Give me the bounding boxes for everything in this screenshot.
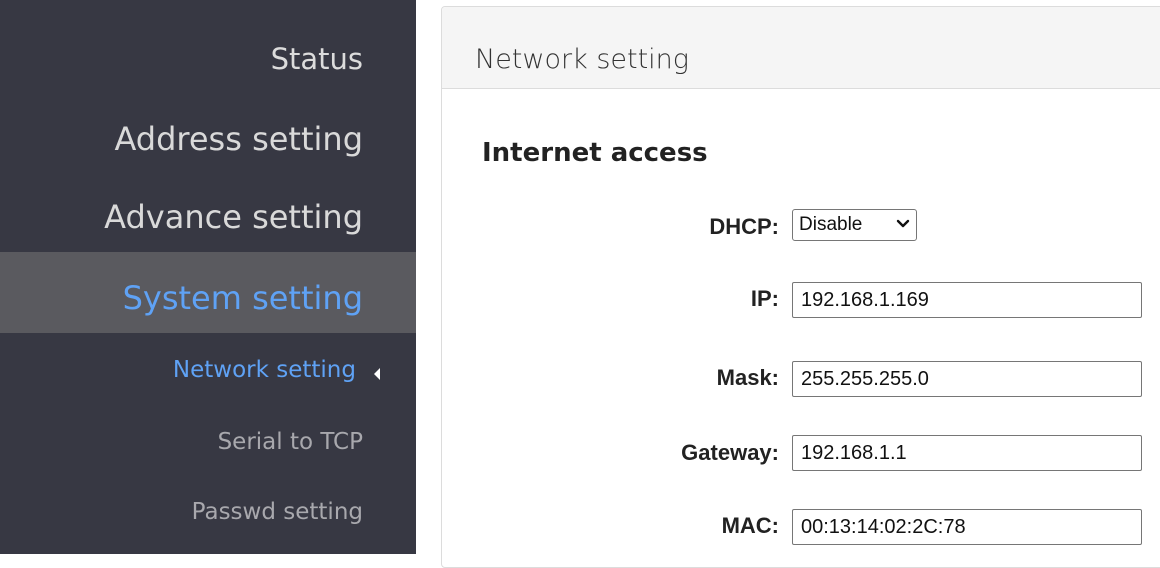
sidebar-item-address-setting[interactable]: Address setting — [114, 119, 363, 159]
mac-field[interactable] — [792, 509, 1142, 545]
ip-label: IP: — [750, 286, 779, 311]
caret-left-icon — [374, 368, 380, 380]
sidebar-subitem-passwd-setting[interactable]: Passwd setting — [192, 497, 363, 527]
sidebar: Status Address setting Advance setting S… — [0, 0, 416, 554]
chevron-down-icon — [896, 219, 910, 228]
sidebar-item-status[interactable]: Status — [271, 39, 363, 79]
panel-title: Network setting — [475, 44, 689, 75]
mask-field[interactable] — [792, 361, 1142, 397]
section-title-internet-access: Internet access — [482, 138, 708, 168]
gateway-field[interactable] — [792, 435, 1142, 471]
sidebar-subitem-network-setting[interactable]: Network setting — [173, 355, 356, 385]
mask-label: Mask: — [716, 365, 779, 390]
gateway-label: Gateway: — [681, 440, 779, 465]
sidebar-item-advance-setting[interactable]: Advance setting — [104, 197, 363, 237]
mac-label: MAC: — [721, 513, 779, 538]
panel-header: Network setting — [442, 7, 1160, 89]
sidebar-subitem-serial-to-tcp[interactable]: Serial to TCP — [218, 427, 363, 457]
dhcp-select[interactable]: Disable — [792, 209, 917, 241]
dhcp-label: DHCP: — [709, 214, 779, 239]
ip-field[interactable] — [792, 282, 1142, 318]
sidebar-item-system-setting[interactable]: System setting — [123, 278, 363, 318]
dhcp-select-value: Disable — [799, 214, 863, 235]
